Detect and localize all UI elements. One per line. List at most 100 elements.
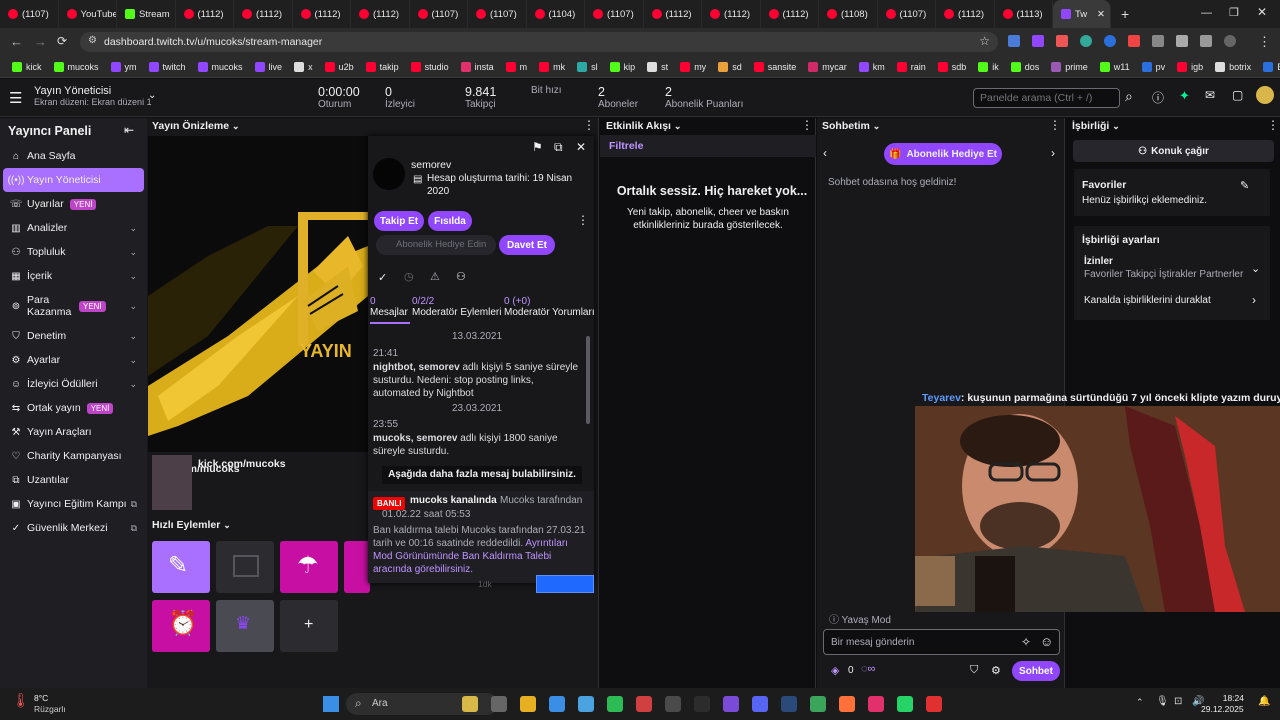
taskbar-app-icon[interactable] bbox=[491, 696, 507, 712]
puzzle-icon[interactable] bbox=[1176, 35, 1188, 47]
sidebar-item[interactable]: ⚒ Yayın Araçları bbox=[0, 420, 147, 444]
browser-tab[interactable]: YouTube bbox=[59, 0, 117, 28]
bookmark-item[interactable]: studio bbox=[405, 61, 455, 72]
layout-selector[interactable]: Yayın Yöneticisi Ekran düzeni: Ekran düz… bbox=[34, 85, 152, 107]
network-icon[interactable]: ⊡ bbox=[1174, 696, 1182, 707]
new-tab-icon[interactable]: + bbox=[1121, 6, 1129, 22]
edit-stream-info-button[interactable]: ✎ bbox=[152, 541, 210, 593]
bits-icon[interactable]: ◌∞ bbox=[861, 663, 875, 675]
sidebar-item[interactable]: ⊚ Para Kazanma YENİ ⌄ bbox=[0, 288, 147, 324]
sparkle-icon[interactable]: ✦ bbox=[1179, 88, 1190, 104]
more-vertical-icon[interactable]: ⋮ bbox=[1049, 118, 1061, 132]
browser-tab[interactable]: (1113) bbox=[995, 0, 1053, 28]
bookmark-item[interactable]: mycar bbox=[802, 61, 853, 72]
pencil-icon[interactable]: ✎ bbox=[1240, 179, 1249, 192]
filter-button[interactable] bbox=[344, 541, 370, 593]
site-info-icon[interactable]: ⚙ bbox=[88, 35, 97, 46]
bookmark-item[interactable]: st bbox=[641, 61, 674, 72]
sidebar-item[interactable]: ⧉ Uzantılar bbox=[0, 468, 147, 492]
search-icon[interactable]: ⌕ bbox=[1125, 88, 1133, 105]
menu-icon[interactable] bbox=[1200, 35, 1212, 47]
bookmark-item[interactable]: insta bbox=[455, 61, 500, 72]
bookmark-item[interactable]: prime bbox=[1045, 61, 1094, 72]
taskbar-app-icon[interactable] bbox=[868, 696, 884, 712]
taskbar-app-icon[interactable] bbox=[897, 696, 913, 712]
sidebar-item[interactable]: ☏ Uyarılar YENİ bbox=[0, 192, 147, 216]
bookmark-item[interactable]: twitch bbox=[143, 61, 192, 72]
bookmark-item[interactable]: my bbox=[674, 61, 712, 72]
browser-tab[interactable]: (1107) bbox=[878, 0, 936, 28]
browser-tab[interactable]: (1112) bbox=[936, 0, 995, 28]
more-vertical-icon[interactable]: ⋮ bbox=[577, 213, 589, 227]
emote-icon[interactable]: ☺ bbox=[1040, 634, 1053, 649]
reload-icon[interactable]: ⟳ bbox=[57, 34, 67, 48]
browser-tab[interactable]: (1112) bbox=[234, 0, 293, 28]
browser-tab[interactable]: (1112) bbox=[293, 0, 351, 28]
taskbar-app-icon[interactable] bbox=[636, 696, 652, 712]
sidebar-item[interactable]: ⚇ Topluluk ⌄ bbox=[0, 240, 147, 264]
sidebar-item[interactable]: ✓ Güvenlik Merkezi ⧉ bbox=[0, 516, 147, 540]
gift-sub-button[interactable]: 🎁 Abonelik Hediye Et bbox=[884, 143, 1002, 165]
bookmark-item[interactable]: sd bbox=[712, 61, 748, 72]
forward-icon[interactable]: → bbox=[34, 34, 47, 49]
bookmark-item[interactable]: w11 bbox=[1094, 61, 1136, 72]
quick-actions-heading[interactable]: Hızlı Eylemler ⌄ bbox=[152, 519, 231, 535]
bookmark-item[interactable]: kip bbox=[604, 61, 642, 72]
bookmark-item[interactable]: mucoks bbox=[48, 61, 105, 72]
warning-icon[interactable]: ⚠ bbox=[430, 270, 440, 283]
gear-icon[interactable]: ⚙ bbox=[991, 664, 1001, 677]
more-vertical-icon[interactable]: ⋮ bbox=[1267, 118, 1279, 132]
minimize-icon[interactable]: — bbox=[1201, 7, 1212, 19]
clip-button[interactable] bbox=[216, 541, 274, 593]
bookmark-item[interactable]: live bbox=[249, 61, 289, 72]
microphone-icon[interactable]: 🎙 bbox=[1156, 696, 1169, 707]
bookmark-item[interactable]: takip bbox=[360, 61, 405, 72]
browser-tab[interactable]: Stream bbox=[117, 0, 176, 28]
taskbar-app-icon[interactable] bbox=[578, 696, 594, 712]
favorites-scrollbar[interactable] bbox=[1272, 172, 1276, 212]
close-tab-icon[interactable]: ✕ bbox=[1097, 9, 1105, 20]
sidebar-item[interactable]: ▦ İçerik ⌄ bbox=[0, 264, 147, 288]
bookmark-item[interactable]: kick bbox=[6, 61, 48, 72]
drop-button[interactable]: ☂ bbox=[280, 541, 338, 593]
mod-shield-icon[interactable]: ⛉ bbox=[970, 664, 978, 677]
collapse-sidebar-icon[interactable]: ⇤ bbox=[124, 123, 134, 137]
sidebar-item[interactable]: ♡ Charity Kampanyası bbox=[0, 444, 147, 468]
taskbar-app-icon[interactable] bbox=[549, 696, 565, 712]
clock-time[interactable]: 18:24 bbox=[1214, 693, 1244, 703]
back-icon[interactable]: ← bbox=[10, 34, 23, 49]
extension-icon[interactable] bbox=[1056, 35, 1068, 47]
extension-icon[interactable] bbox=[1032, 35, 1044, 47]
taskbar-app-icon[interactable] bbox=[810, 696, 826, 712]
clock-date[interactable]: 29.12.2025 bbox=[1201, 704, 1244, 714]
dashboard-search-input[interactable] bbox=[973, 88, 1120, 108]
add-quick-action-button[interactable]: + bbox=[280, 600, 338, 652]
browser-tab[interactable]: (1107) bbox=[585, 0, 644, 28]
chevron-left-icon[interactable]: ‹ bbox=[823, 146, 827, 160]
close-icon[interactable]: ✕ bbox=[576, 140, 586, 154]
extension-icon[interactable] bbox=[1152, 35, 1164, 47]
taskbar-app-icon[interactable] bbox=[694, 696, 710, 712]
browser-tab[interactable]: (1112) bbox=[351, 0, 410, 28]
profile-avatar[interactable] bbox=[1224, 35, 1236, 47]
bookmark-item[interactable]: ym bbox=[105, 61, 143, 72]
bookmark-item[interactable]: x bbox=[288, 61, 319, 72]
browser-tab[interactable]: (1112) bbox=[702, 0, 761, 28]
inbox-icon[interactable]: ✉ bbox=[1205, 88, 1215, 102]
browser-tab[interactable]: (1112) bbox=[761, 0, 819, 28]
more-vertical-icon[interactable]: ⋮ bbox=[801, 118, 813, 132]
bookmark-item[interactable]: ik bbox=[972, 61, 1005, 72]
chat-input[interactable]: Bir mesaj gönderin ✧ ☺ bbox=[823, 629, 1060, 655]
chat-bubble-icon[interactable]: ▢ bbox=[1232, 88, 1243, 102]
taskbar-app-icon[interactable] bbox=[781, 696, 797, 712]
bookmark-item[interactable]: mucoks bbox=[192, 61, 249, 72]
extension-icon[interactable] bbox=[1008, 35, 1020, 47]
tray-chevron-icon[interactable]: ⌃ bbox=[1136, 697, 1144, 708]
invite-button[interactable]: Davet Et bbox=[499, 235, 555, 255]
sidebar-item[interactable]: ((•)) Yayın Yöneticisi bbox=[3, 168, 144, 192]
bookmark-item[interactable]: sansite bbox=[748, 61, 803, 72]
user-card-username[interactable]: semorev bbox=[411, 159, 451, 171]
close-window-icon[interactable]: ✕ bbox=[1257, 5, 1267, 19]
chat-send-button[interactable]: Sohbet bbox=[1012, 661, 1060, 681]
checkmark-icon[interactable]: ✓ bbox=[378, 271, 387, 284]
